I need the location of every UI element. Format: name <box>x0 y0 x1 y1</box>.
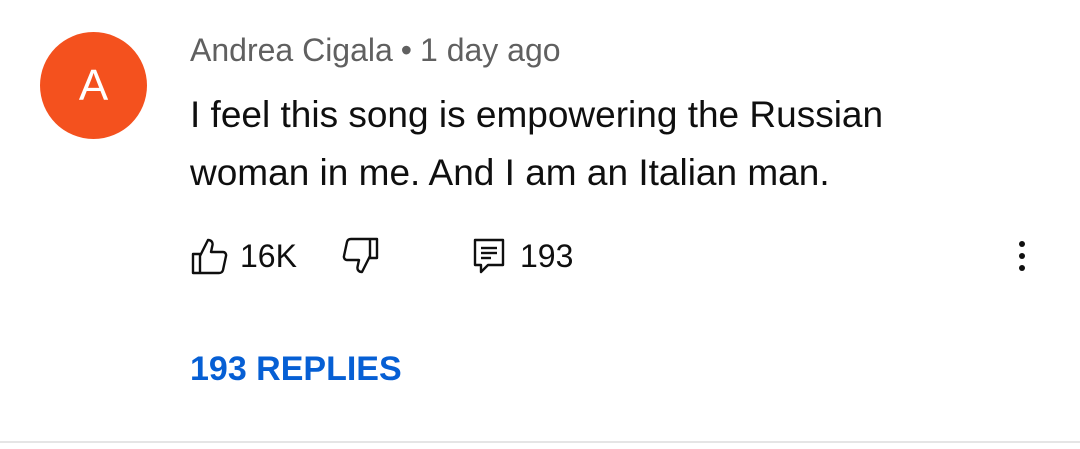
reply-icon <box>473 238 505 274</box>
like-count: 16K <box>240 237 297 274</box>
comment-text: I feel this song is empowering the Russi… <box>190 94 884 193</box>
view-replies-link[interactable]: 193 REPLIES <box>190 350 402 389</box>
like-button[interactable] <box>190 232 228 280</box>
more-options-button[interactable] <box>1016 232 1028 280</box>
comment-timestamp: 1 day ago <box>420 32 561 68</box>
reply-button[interactable] <box>472 232 506 280</box>
avatar-letter: A <box>78 61 109 110</box>
author-name[interactable]: Andrea Cigala <box>190 32 393 68</box>
divider <box>0 441 1080 443</box>
meta-separator: • <box>400 32 412 68</box>
reply-count: 193 <box>520 237 574 274</box>
comment-header: Andrea Cigala • 1 day ago <box>190 32 561 69</box>
more-vertical-icon <box>1019 241 1025 271</box>
thumbs-down-icon <box>342 237 379 274</box>
avatar[interactable]: A <box>40 32 147 139</box>
dislike-button[interactable] <box>342 232 380 280</box>
comment-thread: A Andrea Cigala • 1 day ago I feel this so… <box>0 0 1080 449</box>
comment-actions: 16K 193 <box>190 232 1050 280</box>
thumbs-up-icon <box>191 238 228 275</box>
